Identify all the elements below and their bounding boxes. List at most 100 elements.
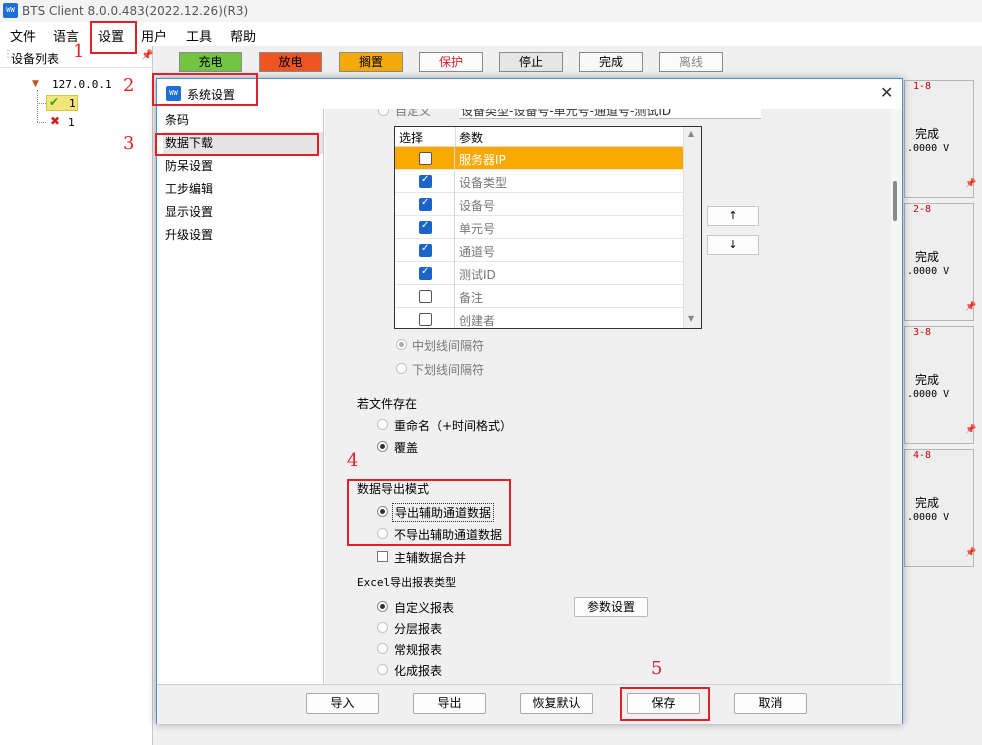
move-down-button[interactable]: ↓ — [707, 235, 759, 255]
row-checkbox[interactable] — [419, 243, 432, 257]
close-icon[interactable]: ✕ — [880, 83, 893, 102]
cancel-button[interactable]: 取消 — [734, 693, 807, 714]
table-scrollbar[interactable]: ▲ ▼ — [683, 127, 701, 328]
report-type-title: Excel导出报表类型 — [357, 576, 457, 589]
annotation-number: 4 — [347, 450, 359, 471]
table-row[interactable]: 通道号 — [395, 239, 683, 262]
row-checkbox[interactable] — [419, 152, 432, 165]
table-cell — [395, 262, 455, 285]
row-checkbox[interactable] — [419, 174, 432, 188]
channel-label: 2-8 — [913, 204, 932, 215]
nav-item-data-download[interactable]: 数据下载 — [163, 132, 323, 154]
channel-panel[interactable]: 1-8 完成 .0000 V 📌 — [904, 80, 976, 198]
separator-underscore-label: 下划线间隔符 — [412, 363, 485, 377]
row-label: 服务器IP — [459, 153, 506, 167]
separator-dash-label: 中划线间隔符 — [412, 339, 485, 353]
channel-state: 完成 — [915, 250, 940, 264]
settings-scrollbar[interactable] — [891, 109, 902, 684]
channel-voltage: .0000 V — [907, 143, 950, 154]
table-row[interactable]: 创建者 — [395, 308, 683, 328]
dialog-header: WW 系统设置 ✕ — [157, 79, 902, 109]
report-custom-radio[interactable] — [377, 601, 388, 612]
scroll-up-icon[interactable]: ▲ — [688, 129, 694, 138]
nav-item-display[interactable]: 显示设置 — [163, 201, 323, 223]
report-normal-radio[interactable] — [377, 643, 388, 654]
row-label: 单元号 — [459, 222, 496, 236]
no-export-aux-radio[interactable] — [377, 528, 388, 539]
table-row[interactable]: 服务器IP — [395, 147, 683, 170]
row-label: 设备号 — [459, 199, 496, 213]
report-formation-radio[interactable] — [377, 664, 388, 675]
annotation-number: 3 — [123, 133, 135, 154]
status-rest-button[interactable]: 搁置 — [339, 52, 403, 72]
tree-root-ip[interactable]: 127.0.0.1 — [52, 78, 112, 91]
tree-item-device-1[interactable]: ✔ 1 — [46, 95, 78, 111]
table-row[interactable]: 备注 — [395, 285, 683, 308]
channel-panel[interactable]: 3-8 完成 .0000 V 📌 — [904, 326, 977, 444]
channel-panel[interactable]: 2-8 完成 .0000 V 📌 — [904, 203, 976, 321]
nav-item-foolproof[interactable]: 防呆设置 — [163, 155, 323, 177]
table-row[interactable]: 单元号 — [395, 216, 683, 239]
expand-caret-icon[interactable]: ▼ — [32, 79, 39, 89]
menu-file[interactable]: 文件 — [10, 26, 36, 45]
menu-help[interactable]: 帮助 — [230, 26, 256, 45]
report-layered-radio[interactable] — [377, 622, 388, 633]
row-label: 设备类型 — [459, 176, 508, 190]
row-checkbox[interactable] — [419, 313, 432, 326]
param-settings-button[interactable]: 参数设置 — [574, 597, 648, 617]
dialog-title: 系统设置 — [187, 88, 236, 102]
pin-icon[interactable]: 📌 — [141, 50, 153, 61]
system-settings-dialog: WW 系统设置 ✕ 条码 数据下载 防呆设置 工步编辑 显示设置 升级设置 自定… — [156, 78, 903, 724]
move-up-button[interactable]: ↑ — [707, 206, 759, 226]
nav-item-barcode[interactable]: 条码 — [163, 109, 323, 131]
menu-user[interactable]: 用户 — [141, 26, 167, 45]
row-label: 创建者 — [459, 314, 496, 328]
table-cell — [395, 308, 455, 328]
pin-icon: 📌 — [965, 425, 977, 435]
custom-name-radio[interactable] — [378, 109, 389, 116]
merge-checkbox[interactable] — [377, 551, 388, 562]
custom-name-label: 自定义 — [395, 109, 432, 118]
channel-label: 4-8 — [913, 450, 932, 461]
export-aux-label: 导出辅助通道数据 — [392, 503, 495, 522]
scroll-thumb[interactable] — [893, 181, 897, 221]
overwrite-radio[interactable] — [377, 441, 388, 452]
status-offline-button[interactable]: 离线 — [659, 52, 723, 72]
row-label: 备注 — [459, 291, 484, 305]
status-discharge-button[interactable]: 放电 — [259, 52, 322, 72]
scroll-down-icon[interactable]: ▼ — [688, 314, 694, 323]
table-row[interactable]: 设备号 — [395, 193, 683, 216]
status-protect-button[interactable]: 保护 — [419, 52, 483, 72]
table-row[interactable]: 设备类型 — [395, 170, 683, 193]
menu-settings[interactable]: 设置 — [98, 26, 124, 45]
row-checkbox[interactable] — [419, 197, 432, 211]
pin-icon: 📌 — [965, 548, 977, 558]
channel-voltage: .0000 V — [907, 512, 950, 523]
status-stop-button[interactable]: 停止 — [499, 52, 563, 72]
tree-item-device-2[interactable]: ✖ 1 — [50, 114, 80, 130]
status-charge-button[interactable]: 充电 — [179, 52, 242, 72]
separator-underscore-radio[interactable] — [396, 363, 407, 374]
table-row[interactable]: 测试ID — [395, 262, 683, 285]
offline-device-icon: ✖ — [50, 114, 61, 128]
rename-radio[interactable] — [377, 419, 388, 430]
channel-state: 完成 — [915, 496, 940, 510]
column-header-param: 参数 — [459, 131, 484, 145]
status-complete-button[interactable]: 完成 — [579, 52, 643, 72]
nav-item-step-edit[interactable]: 工步编辑 — [163, 178, 323, 200]
save-button[interactable]: 保存 — [627, 693, 700, 714]
nav-item-upgrade[interactable]: 升级设置 — [163, 224, 323, 246]
import-button[interactable]: 导入 — [306, 693, 379, 714]
menu-tools[interactable]: 工具 — [186, 26, 212, 45]
export-button[interactable]: 导出 — [413, 693, 486, 714]
export-aux-radio[interactable] — [377, 506, 388, 517]
row-checkbox[interactable] — [419, 220, 432, 234]
row-checkbox[interactable] — [419, 266, 432, 280]
settings-content: 自定义 设备类型-设备号-单元号-通道号-测试ID 选择 参数 服务器IP 设备… — [325, 109, 891, 684]
table-header: 选择 参数 — [395, 127, 683, 147]
channel-panel[interactable]: 4-8 完成 .0000 V 📌 — [904, 449, 977, 567]
custom-name-input[interactable]: 设备类型-设备号-单元号-通道号-测试ID — [459, 109, 761, 119]
separator-dash-radio[interactable] — [396, 339, 407, 350]
row-checkbox[interactable] — [419, 290, 432, 303]
restore-default-button[interactable]: 恢复默认 — [520, 693, 593, 714]
